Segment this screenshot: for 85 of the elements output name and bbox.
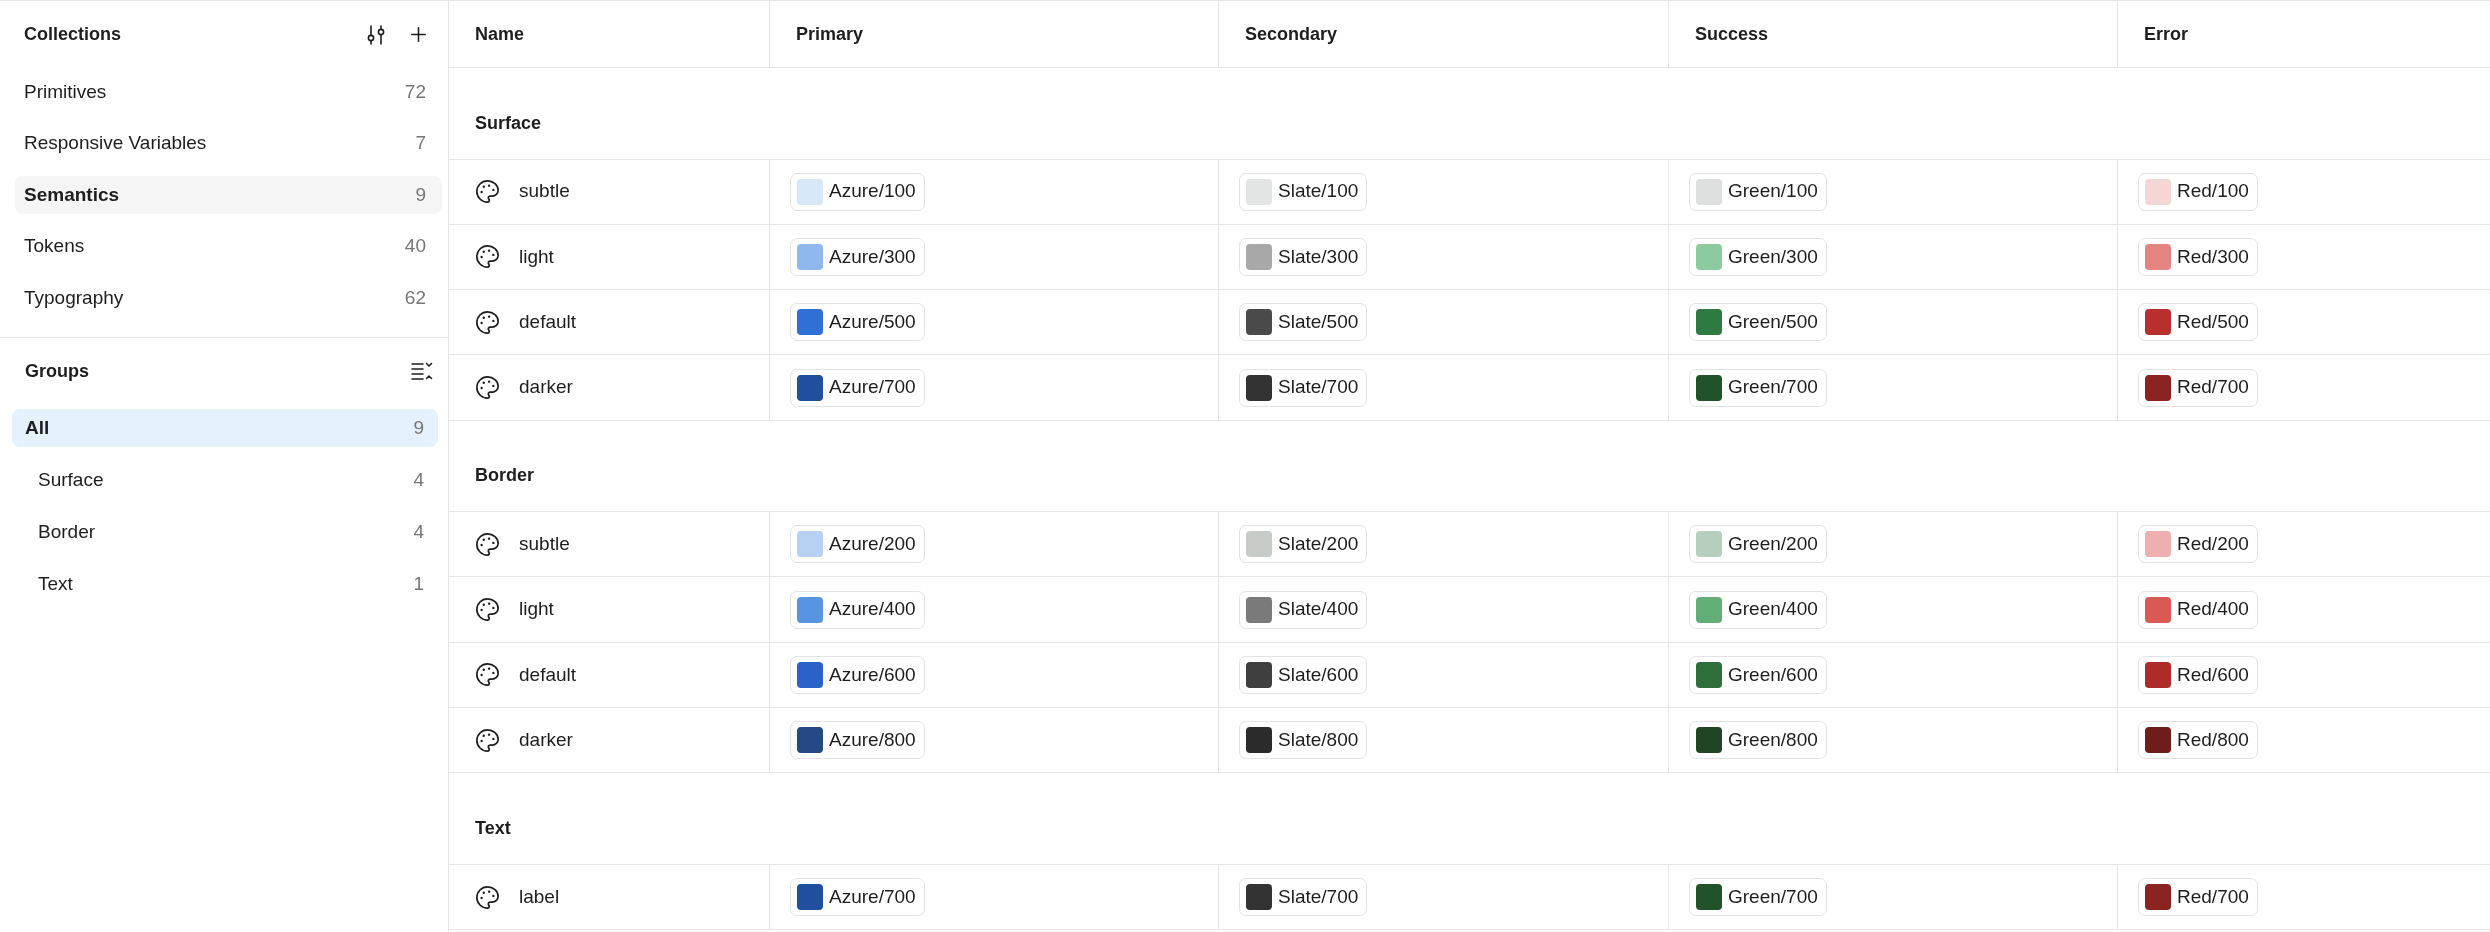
variable-chip[interactable]: Slate/400 <box>1239 590 1368 629</box>
variable-chip[interactable]: Slate/700 <box>1239 368 1368 407</box>
group-item[interactable]: Text 1 <box>12 565 438 603</box>
variable-chip[interactable]: Green/500 <box>1689 303 1827 342</box>
palette-icon <box>476 376 499 400</box>
variable-chip[interactable]: Red/700 <box>2138 878 2258 916</box>
variable-chip[interactable]: Red/400 <box>2138 590 2258 629</box>
variable-chip[interactable]: Red/500 <box>2138 303 2258 342</box>
item-count: 40 <box>404 234 426 259</box>
variable-chip[interactable]: Red/100 <box>2138 172 2258 211</box>
variable-name: light <box>519 597 554 622</box>
variable-chip[interactable]: Red/800 <box>2138 721 2258 760</box>
variable-name: subtle <box>519 179 570 204</box>
variable-chip[interactable]: Azure/400 <box>790 590 925 629</box>
item-count: 7 <box>415 131 426 156</box>
palette-icon <box>476 245 499 269</box>
item-count: 4 <box>413 519 424 544</box>
variable-chip[interactable]: Green/800 <box>1689 721 1827 760</box>
variable-name: light <box>519 244 554 269</box>
plus-icon[interactable] <box>411 27 426 42</box>
group-item[interactable]: Border 4 <box>12 513 438 551</box>
variable-chip[interactable]: Green/200 <box>1689 525 1827 564</box>
variable-chip[interactable]: Azure/700 <box>790 878 925 916</box>
variable-chip[interactable]: Slate/700 <box>1239 878 1368 916</box>
variable-chip[interactable]: Azure/500 <box>790 303 925 342</box>
variable-chip[interactable]: Azure/100 <box>790 172 925 211</box>
palette-icon <box>476 598 499 622</box>
sidebar-item[interactable]: Responsive Variables 7 <box>15 124 442 163</box>
variable-chip[interactable]: Green/600 <box>1689 655 1827 694</box>
section-title: Collections <box>24 23 122 46</box>
palette-icon <box>476 532 499 556</box>
palette-icon <box>476 728 499 752</box>
group-item[interactable]: Surface 4 <box>12 461 438 499</box>
variable-name: label <box>519 884 560 909</box>
variable-chip[interactable]: Slate/500 <box>1239 303 1368 342</box>
palette-icon <box>476 310 499 334</box>
variable-chip[interactable]: Green/400 <box>1689 590 1827 629</box>
item-count: 9 <box>415 182 426 207</box>
column-header: Error <box>2144 22 2188 46</box>
column-header: Secondary <box>1245 22 1338 46</box>
palette-icon <box>476 663 499 687</box>
item-count: 62 <box>404 285 426 310</box>
variable-name: default <box>519 662 577 687</box>
column-header: Success <box>1695 22 1769 46</box>
palette-icon <box>476 180 499 204</box>
variable-chip[interactable]: Green/700 <box>1689 878 1827 916</box>
variable-name: subtle <box>519 532 570 557</box>
variable-name: default <box>519 310 577 334</box>
variable-chip[interactable]: Green/300 <box>1689 237 1827 276</box>
sliders-icon[interactable] <box>366 24 386 45</box>
variable-chip[interactable]: Green/100 <box>1689 172 1827 211</box>
variable-chip[interactable]: Azure/800 <box>790 721 925 760</box>
variable-chip[interactable]: Azure/200 <box>790 525 925 564</box>
column-header: Name <box>475 22 525 46</box>
column-header: Primary <box>796 22 864 46</box>
variable-name: darker <box>519 727 573 752</box>
variable-chip[interactable]: Slate/800 <box>1239 721 1368 760</box>
sidebar-item[interactable]: Tokens 40 <box>15 227 442 266</box>
variable-chip[interactable]: Azure/600 <box>790 655 925 694</box>
section-title: Groups <box>25 359 90 383</box>
group-title: Text <box>475 816 511 840</box>
variable-chip[interactable]: Slate/300 <box>1239 237 1368 276</box>
variable-name: darker <box>519 375 573 400</box>
item-count: 4 <box>413 467 424 492</box>
variable-chip[interactable]: Green/700 <box>1689 368 1827 407</box>
variable-chip[interactable]: Red/700 <box>2138 368 2258 407</box>
variable-chip[interactable]: Slate/100 <box>1239 172 1368 211</box>
group-title: Border <box>475 464 534 488</box>
sidebar-item[interactable]: Semantics 9 <box>15 176 442 214</box>
variable-chip[interactable]: Slate/200 <box>1239 525 1368 564</box>
variable-chip[interactable]: Azure/300 <box>790 237 925 276</box>
list-chevrons-icon[interactable] <box>411 362 433 380</box>
group-item[interactable]: All 9 <box>12 409 438 447</box>
item-count: 72 <box>404 79 426 104</box>
item-count: 9 <box>413 415 424 440</box>
variable-chip[interactable]: Red/200 <box>2138 525 2258 564</box>
group-title: Surface <box>475 111 542 135</box>
variable-chip[interactable]: Slate/600 <box>1239 655 1368 694</box>
sidebar-item[interactable]: Typography 62 <box>15 279 442 317</box>
variable-chip[interactable]: Red/600 <box>2138 655 2258 694</box>
variable-chip[interactable]: Azure/700 <box>790 368 925 407</box>
sidebar-item[interactable]: Primitives 72 <box>15 73 442 111</box>
variable-chip[interactable]: Red/300 <box>2138 237 2258 276</box>
palette-icon <box>476 885 499 909</box>
item-count: 1 <box>413 571 424 596</box>
